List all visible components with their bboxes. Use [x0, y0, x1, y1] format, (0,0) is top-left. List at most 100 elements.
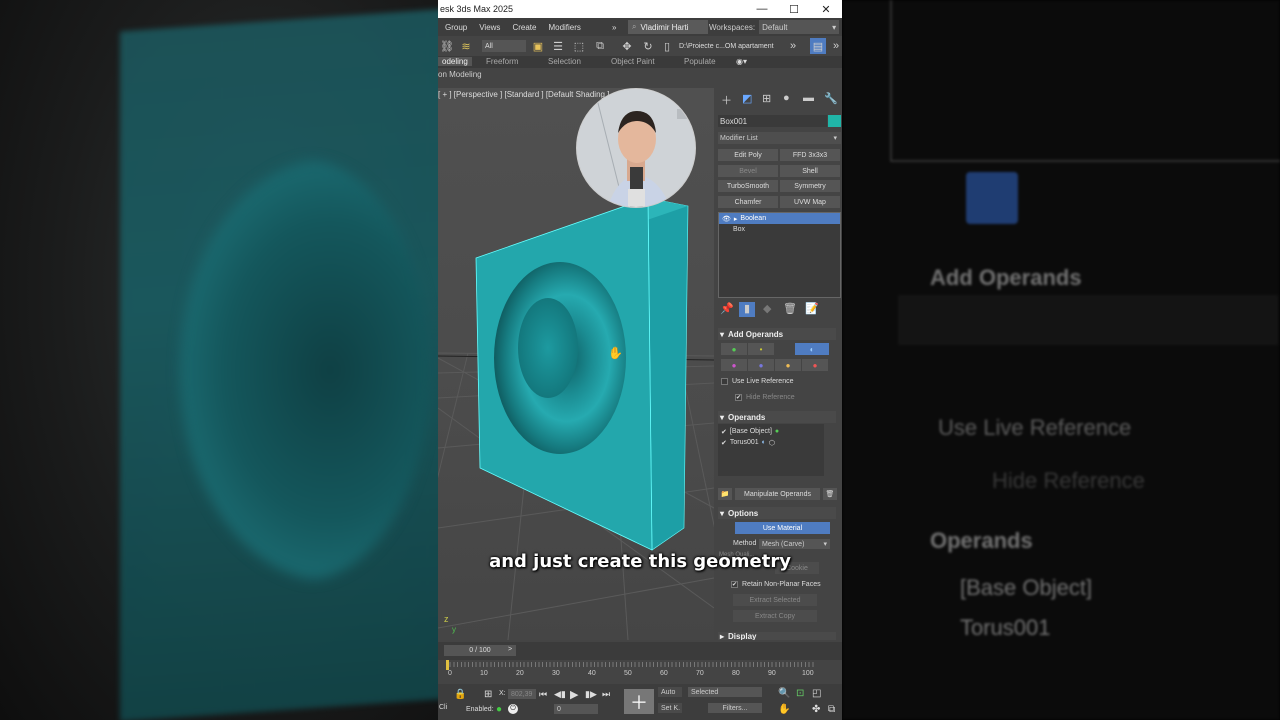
imprint-operation-icon[interactable]: ● [802, 359, 828, 371]
open-folder-icon[interactable]: 📁 [718, 488, 732, 500]
bind-spacewarp-icon[interactable]: ≋ [459, 39, 473, 53]
method-dropdown[interactable]: Mesh (Carve) ▾ [759, 539, 830, 549]
scale-icon[interactable]: ▯ [660, 39, 674, 53]
shell-button[interactable]: Shell [780, 165, 840, 177]
delete-operand-icon[interactable]: 🗑 [823, 488, 837, 500]
tab-modeling[interactable]: odeling [438, 57, 472, 66]
script-listener-icon[interactable]: Cli [439, 704, 447, 711]
maximize-button[interactable]: ☐ [778, 0, 810, 18]
menu-views[interactable]: Views [479, 23, 500, 32]
current-frame-marker[interactable] [446, 660, 449, 670]
pin-stack-icon[interactable]: 📌 [720, 302, 734, 315]
remove-modifier-icon[interactable]: 🗑 [783, 302, 797, 315]
bevel-button[interactable]: Bevel [718, 165, 778, 177]
menu-group[interactable]: Group [445, 23, 467, 32]
configure-modifier-sets-icon[interactable]: 📝 [805, 302, 819, 315]
next-frame-icon[interactable]: ▮▶ [585, 689, 597, 700]
minimize-button[interactable]: — [746, 0, 778, 18]
create-tab-icon[interactable]: ＋ [721, 92, 732, 108]
auto-key-button[interactable]: Auto [658, 687, 682, 697]
show-end-result-icon[interactable]: ▮ [739, 302, 755, 317]
ribbon-options-icon[interactable]: ◉▾ [736, 57, 747, 66]
turbosmooth-button[interactable]: TurboSmooth [718, 180, 778, 192]
retain-non-planar-faces-checkbox[interactable]: ✔ Retain Non-Planar Faces [731, 581, 821, 588]
hide-reference-checkbox[interactable]: ✔ Hide Reference [735, 394, 795, 401]
tab-object-paint[interactable]: Object Paint [611, 57, 655, 66]
rectangular-selection-icon[interactable]: ⬚ [572, 39, 586, 53]
make-unique-icon[interactable]: ◆ [763, 302, 771, 315]
close-button[interactable]: ✕ [810, 0, 842, 18]
user-account-button[interactable]: ⌕ Vladimir Harti [628, 20, 708, 34]
x-coordinate-field[interactable]: 802,39 [508, 689, 536, 699]
tab-selection[interactable]: Selection [548, 57, 581, 66]
display-tab-icon[interactable]: ▬ [803, 92, 814, 104]
selection-filter-dropdown[interactable]: All [482, 40, 526, 52]
modify-tab-icon[interactable]: ◩ [742, 92, 752, 105]
operand-item[interactable]: ✔ Torus001 ◐ ⬡ [718, 437, 824, 448]
toolbar-overflow-icon[interactable]: » [829, 39, 842, 53]
zoom-icon[interactable]: 🔍 [778, 688, 790, 699]
project-folder-dropdown[interactable]: D:\Proiecte c...OM apartament [676, 40, 780, 52]
set-key-button[interactable]: Set K. [658, 703, 682, 713]
select-object-icon[interactable]: ▣ [531, 39, 545, 53]
ffd-button[interactable]: FFD 3x3x3 [780, 149, 840, 161]
rotate-icon[interactable]: ↻ [641, 39, 655, 53]
toolbar-more-icon[interactable]: » [786, 39, 800, 53]
subtract-operation-icon[interactable]: ◐ [795, 343, 829, 355]
expand-arrow-icon[interactable]: ▸ [734, 215, 738, 223]
goto-end-icon[interactable]: ⏭ [602, 689, 610, 700]
symmetry-button[interactable]: Symmetry [780, 180, 840, 192]
attach-operation-icon[interactable]: ● [748, 359, 774, 371]
stack-item-boolean[interactable]: 👁 ▸ Boolean [719, 213, 840, 224]
lock-icon[interactable]: 🔒 [454, 689, 466, 700]
eye-icon[interactable]: 👁 [722, 215, 731, 223]
manipulate-operands-button[interactable]: Manipulate Operands [735, 488, 820, 500]
link-icon[interactable]: ⛓ [440, 39, 454, 53]
use-material-button[interactable]: Use Material [735, 522, 830, 534]
edit-poly-button[interactable]: Edit Poly [718, 149, 778, 161]
display-rollout-header[interactable]: ▸ Display [718, 632, 836, 640]
extract-copy-button[interactable]: Extract Copy [733, 610, 817, 622]
tab-populate[interactable]: Populate [684, 57, 716, 66]
auto-key-add-icon[interactable]: ＋ [624, 689, 654, 714]
time-slider[interactable]: 0 / 100 [444, 645, 516, 656]
next-frame-button[interactable]: > [508, 646, 512, 653]
stack-item-box[interactable]: Box [719, 224, 840, 235]
absolute-mode-icon[interactable]: ⊞ [484, 689, 492, 700]
intersect-operation-icon[interactable]: • [748, 343, 774, 355]
play-icon[interactable]: ▶ [570, 688, 578, 701]
merge-operation-icon[interactable]: ● [721, 359, 747, 371]
polygon-modeling-label[interactable]: on Modeling [438, 70, 482, 79]
current-frame-field[interactable]: 0 [554, 704, 598, 714]
union-operation-icon[interactable]: ● [721, 343, 747, 355]
tab-freeform[interactable]: Freeform [486, 57, 518, 66]
move-icon[interactable]: ✥ [620, 39, 634, 53]
menu-more-icon[interactable]: » [612, 23, 616, 32]
extract-selected-button[interactable]: Extract Selected [733, 594, 817, 606]
use-live-reference-checkbox[interactable]: Use Live Reference [721, 378, 793, 385]
field-of-view-icon[interactable]: ◰ [812, 688, 821, 699]
utilities-tab-icon[interactable]: 🔧 [824, 92, 838, 105]
add-operands-rollout-header[interactable]: ▾ Add Operands [718, 328, 836, 340]
window-crossing-icon[interactable]: ⧉ [593, 39, 607, 53]
pan-icon[interactable]: ✋ [778, 704, 790, 715]
maximize-viewport-icon[interactable]: ⧉ [828, 704, 835, 715]
chamfer-button[interactable]: Chamfer [718, 196, 778, 208]
object-name-field[interactable]: Box001 [718, 115, 827, 127]
menu-modifiers[interactable]: Modifiers [548, 23, 580, 32]
operand-item[interactable]: ✔ [Base Object] ● [718, 426, 824, 437]
goto-start-icon[interactable]: ⏮ [539, 689, 547, 700]
options-rollout-header[interactable]: ▾ Options [718, 507, 836, 519]
orbit-icon[interactable]: ✤ [812, 704, 820, 715]
object-color-swatch[interactable] [828, 115, 841, 127]
key-filters-button[interactable]: Filters... [708, 703, 762, 713]
select-by-name-icon[interactable]: ☰ [551, 39, 565, 53]
selection-set-dropdown[interactable]: Selected [688, 687, 762, 697]
adaptive-degradation-icon[interactable]: ⏻ [508, 704, 518, 714]
operands-rollout-header[interactable]: ▾ Operands [718, 411, 836, 423]
motion-tab-icon[interactable]: ● [783, 92, 790, 104]
workspaces-dropdown[interactable]: Default ▾ [759, 20, 840, 34]
uvw-map-button[interactable]: UVW Map [780, 196, 840, 208]
zoom-extents-icon[interactable]: ⊡ [796, 688, 804, 699]
insert-operation-icon[interactable]: ● [775, 359, 801, 371]
